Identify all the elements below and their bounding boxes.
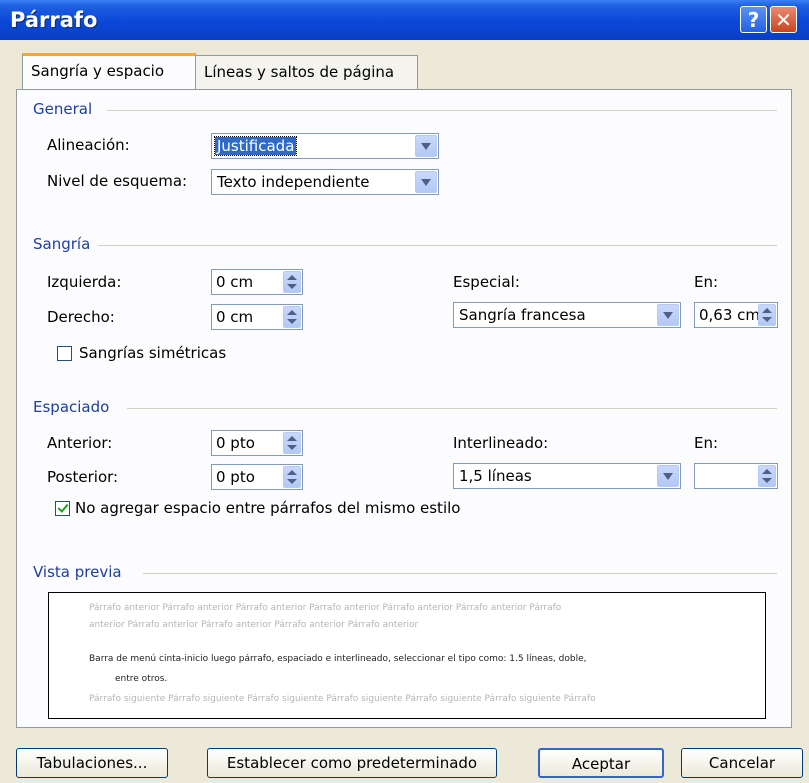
line-spacing-at-label: En: bbox=[694, 434, 719, 452]
chevron-up-icon bbox=[762, 469, 772, 474]
indent-left-value: 0 cm bbox=[216, 273, 254, 291]
special-indent-value: Sangría francesa bbox=[459, 306, 586, 324]
dialog-title: Párrafo bbox=[10, 8, 98, 32]
indent-by-label: En: bbox=[694, 273, 719, 291]
mirror-indents-label: Sangrías simétricas bbox=[79, 344, 227, 362]
preview-divider bbox=[143, 573, 777, 574]
chevron-up-icon bbox=[287, 275, 297, 280]
space-after-label: Posterior: bbox=[47, 468, 119, 486]
indent-left-stepper[interactable] bbox=[283, 271, 301, 293]
outline-level-select[interactable]: Texto independiente bbox=[211, 169, 439, 195]
help-button[interactable]: ? bbox=[740, 6, 767, 33]
indent-right-stepper[interactable] bbox=[283, 306, 301, 328]
space-after-stepper[interactable] bbox=[283, 466, 301, 488]
indent-section-title: Sangría bbox=[33, 235, 99, 253]
chevron-up-icon bbox=[287, 310, 297, 315]
outline-level-label: Nivel de esquema: bbox=[47, 172, 188, 190]
chevron-down-icon bbox=[287, 445, 297, 450]
tab-lines-page-breaks[interactable]: Líneas y saltos de página bbox=[195, 55, 418, 89]
outline-dropdown-button[interactable] bbox=[415, 171, 437, 193]
line-spacing-dropdown-button[interactable] bbox=[657, 465, 679, 487]
indent-by-value: 0,63 cm bbox=[699, 306, 761, 324]
preview-next-line-1: Párrafo siguiente Párrafo siguiente Párr… bbox=[89, 694, 596, 704]
general-divider bbox=[107, 110, 777, 111]
line-spacing-value: 1,5 líneas bbox=[459, 467, 532, 485]
mirror-indents-checkbox[interactable] bbox=[57, 346, 72, 361]
paragraph-dialog: Párrafo ? ✕ Sangría y espacio Líneas y s… bbox=[0, 0, 809, 783]
line-spacing-at-spinner[interactable] bbox=[694, 463, 778, 489]
indent-by-stepper[interactable] bbox=[758, 304, 776, 326]
line-spacing-label: Interlineado: bbox=[453, 434, 549, 452]
preview-previous-line-2: anterior Párrafo anterior Párrafo anteri… bbox=[89, 620, 419, 630]
chevron-down-icon bbox=[287, 284, 297, 289]
alignment-select[interactable]: Justificada bbox=[211, 133, 439, 159]
preview-main-line-2: entre otros. bbox=[115, 674, 168, 684]
indent-left-label: Izquierda: bbox=[47, 273, 122, 291]
space-before-spinner[interactable]: 0 pto bbox=[211, 430, 303, 456]
paragraph-preview: Párrafo anterior Párrafo anterior Párraf… bbox=[48, 592, 766, 719]
preview-previous-line-1: Párrafo anterior Párrafo anterior Párraf… bbox=[89, 603, 562, 613]
outline-level-value: Texto independiente bbox=[217, 173, 370, 191]
special-dropdown-button[interactable] bbox=[657, 304, 679, 326]
spacing-section-title: Espaciado bbox=[33, 398, 118, 416]
ok-button[interactable]: Aceptar bbox=[538, 748, 664, 778]
no-space-same-style-checkbox[interactable] bbox=[55, 501, 70, 516]
preview-main-line-1: Barra de menú cinta-inicio luego párrafo… bbox=[89, 654, 587, 664]
chevron-down-icon bbox=[287, 479, 297, 484]
spacing-divider bbox=[127, 408, 777, 409]
tabs-button[interactable]: Tabulaciones... bbox=[16, 748, 168, 778]
alignment-label: Alineación: bbox=[47, 136, 130, 154]
indent-right-value: 0 cm bbox=[216, 308, 254, 326]
line-spacing-at-stepper[interactable] bbox=[758, 465, 776, 487]
space-before-stepper[interactable] bbox=[283, 432, 301, 454]
indent-right-spinner[interactable]: 0 cm bbox=[211, 304, 303, 330]
chevron-up-icon bbox=[762, 308, 772, 313]
no-space-same-style-label: No agregar espacio entre párrafos del mi… bbox=[75, 499, 461, 517]
tab-indent-spacing[interactable]: Sangría y espacio bbox=[22, 53, 196, 89]
special-indent-select[interactable]: Sangría francesa bbox=[453, 302, 681, 328]
space-after-value: 0 pto bbox=[216, 468, 255, 486]
chevron-up-icon bbox=[287, 436, 297, 441]
indent-by-spinner[interactable]: 0,63 cm bbox=[694, 302, 778, 328]
chevron-down-icon bbox=[663, 473, 673, 480]
space-before-value: 0 pto bbox=[216, 434, 255, 452]
chevron-down-icon bbox=[287, 319, 297, 324]
preview-section-title: Vista previa bbox=[33, 563, 130, 581]
chevron-down-icon bbox=[762, 317, 772, 322]
chevron-down-icon bbox=[421, 179, 431, 186]
chevron-down-icon bbox=[421, 143, 431, 150]
space-after-spinner[interactable]: 0 pto bbox=[211, 464, 303, 490]
indent-right-label: Derecho: bbox=[47, 308, 115, 326]
chevron-down-icon bbox=[663, 312, 673, 319]
title-bar[interactable]: Párrafo ? ✕ bbox=[0, 0, 809, 40]
line-spacing-select[interactable]: 1,5 líneas bbox=[453, 463, 681, 489]
cancel-button[interactable]: Cancelar bbox=[681, 748, 803, 778]
chevron-up-icon bbox=[287, 470, 297, 475]
set-as-default-button[interactable]: Establecer como predeterminado bbox=[207, 748, 497, 778]
indent-left-spinner[interactable]: 0 cm bbox=[211, 269, 303, 295]
general-section-title: General bbox=[33, 100, 101, 118]
alignment-dropdown-button[interactable] bbox=[415, 135, 437, 157]
special-label: Especial: bbox=[453, 273, 520, 291]
indent-divider bbox=[97, 245, 777, 246]
chevron-down-icon bbox=[762, 478, 772, 483]
alignment-value: Justificada bbox=[213, 136, 298, 156]
close-button[interactable]: ✕ bbox=[770, 6, 797, 33]
space-before-label: Anterior: bbox=[47, 434, 113, 452]
